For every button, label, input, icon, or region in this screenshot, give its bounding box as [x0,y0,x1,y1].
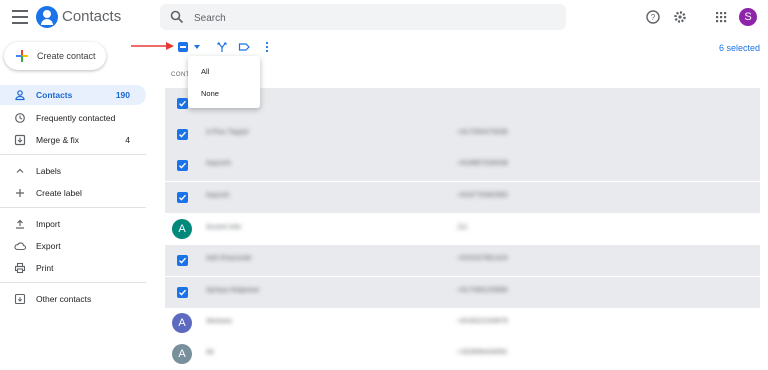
label-icon[interactable] [238,41,250,53]
sidebar-item-create-label[interactable]: Create label [0,183,146,203]
contact-phone: +917000479336 [457,129,508,136]
contact-phone: +917066233986 [457,287,508,294]
divider [0,154,146,155]
contact-avatar[interactable]: A [172,313,192,333]
select-menu: All None [188,56,260,108]
row-checkbox[interactable] [177,160,188,171]
sidebar-item-labels[interactable]: Labels [0,161,146,181]
contact-name: Aayushi [206,160,231,167]
contact-row[interactable]: A Akshara +919322243979 [165,308,760,339]
sidebar-item-print[interactable]: Print [0,258,146,278]
contact-row[interactable]: Adit Khanzode +919167861424 [165,245,760,276]
settings-icon[interactable] [672,9,688,25]
contact-name: Adit Khanzode [206,255,252,262]
cloud-icon [14,242,26,251]
check-icon [179,289,187,296]
select-dropdown-icon[interactable] [194,45,200,49]
contact-avatar[interactable]: A [172,344,192,364]
apps-grid-icon[interactable] [713,9,729,25]
plus-icon [16,189,24,197]
upload-icon [16,219,24,229]
sidebar-item-frequently-contacted[interactable]: Frequently contacted [0,108,146,128]
sidebar-item-label: Labels [36,166,62,176]
menu-item-all[interactable]: All [188,62,260,80]
account-avatar[interactable]: S [739,8,757,26]
contact-row[interactable]: A Plus Topper +917000479336 [165,119,760,150]
check-icon [179,162,187,169]
select-all-checkbox[interactable] [178,42,188,52]
sidebar-item-label: Import [36,219,61,229]
sidebar-item-other-contacts[interactable]: Other contacts [0,289,146,309]
more-vert-icon[interactable] [261,41,273,53]
annotation-arrow-icon [131,42,174,50]
contact-name: Ali [206,349,214,356]
check-icon [179,131,187,138]
contact-row[interactable]: Aayush +918776362583 [165,182,760,213]
contact-phone: +919867028338 [457,160,508,167]
app-title: Contacts [62,8,122,25]
contact-row[interactable]: A Ali +332806434091 [165,339,760,370]
contact-name: A Plus Topper [206,129,250,136]
sidebar-item-label: Contacts [36,90,73,100]
chevron-up-icon [16,168,24,173]
contact-row[interactable]: A Accent Info 111 [165,214,760,245]
merge-contacts-icon[interactable] [216,41,228,53]
sidebar-item-merge-fix[interactable]: Merge & fix 4 [0,130,146,150]
contact-phone: +919167861424 [457,255,508,262]
archive-icon [14,293,26,305]
contact-phone: +919322243979 [457,318,508,325]
merge-count: 4 [125,135,130,145]
row-checkbox[interactable] [177,287,188,298]
sidebar-item-label: Frequently contacted [36,113,116,123]
search-bar[interactable] [160,4,566,32]
row-checkbox[interactable] [177,129,188,140]
contact-name: Aayush [206,192,230,199]
search-icon[interactable] [170,10,184,24]
contact-name: Accent Info [206,224,242,231]
selected-count: 6 selected [718,43,760,53]
sidebar-item-label: Other contacts [36,294,92,304]
menu-item-none[interactable]: None [188,84,260,102]
contact-name: Akshara [206,318,232,325]
sidebar-item-import[interactable]: Import [0,214,146,234]
history-icon [15,113,25,123]
row-checkbox[interactable] [177,255,188,266]
contact-phone: +918776362583 [457,192,508,199]
search-input[interactable] [192,4,556,32]
svg-text:?: ? [651,13,656,22]
divider [0,207,146,208]
plus-icon [16,50,28,62]
contacts-count: 190 [115,90,130,100]
contact-row[interactable]: Ajinkya Malpekar +917066233986 [165,277,760,308]
sidebar-item-label: Print [36,263,54,273]
print-icon [14,262,26,274]
row-checkbox[interactable] [177,98,188,109]
contact-row[interactable]: Aayushi +919867028338 [165,150,760,181]
check-icon [179,194,187,201]
sidebar-item-label: Merge & fix [36,135,79,145]
contacts-logo-icon [36,6,58,28]
create-contact-label: Create contact [37,51,96,61]
contact-avatar[interactable]: A [172,219,192,239]
person-icon [15,90,25,101]
main-menu-icon[interactable] [12,10,28,24]
sidebar-item-label: Export [36,241,61,251]
merge-icon [14,134,26,146]
sidebar-item-export[interactable]: Export [0,236,146,256]
sidebar-item-label: Create label [36,188,82,198]
create-contact-button[interactable]: Create contact [4,42,106,70]
contact-name: Ajinkya Malpekar [206,287,260,294]
contact-phone: 111 [457,224,468,231]
help-icon[interactable]: ? [645,9,661,25]
row-checkbox[interactable] [177,192,188,203]
check-icon [179,257,187,264]
contact-phone: +332806434091 [457,349,508,356]
divider [0,282,146,283]
check-icon [179,100,187,107]
sidebar-item-contacts[interactable]: Contacts 190 [0,85,146,105]
